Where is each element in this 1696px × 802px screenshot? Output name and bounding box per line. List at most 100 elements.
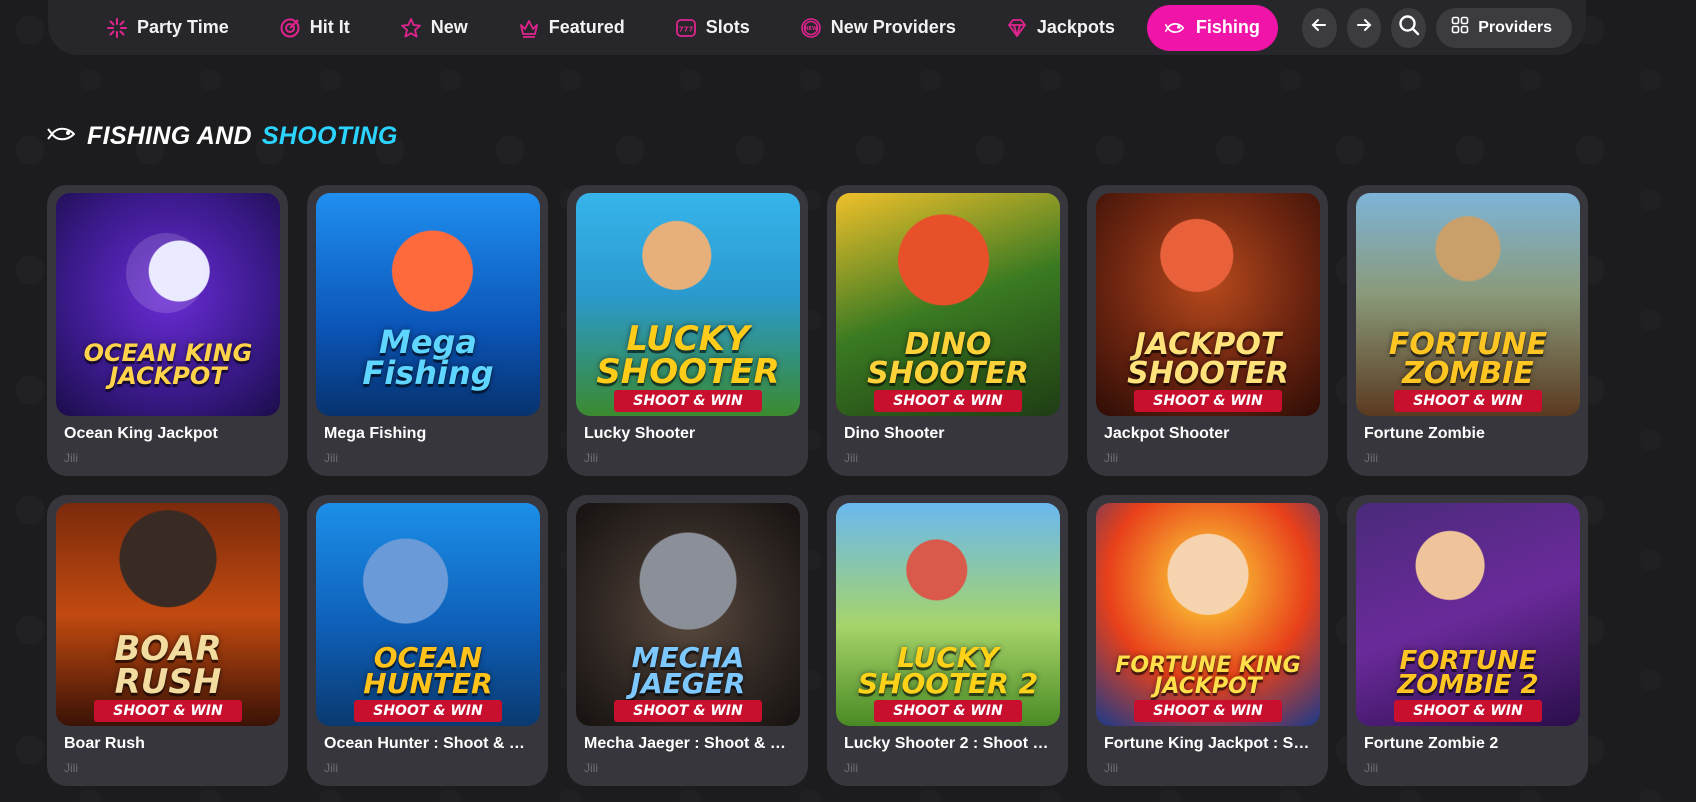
slot-machine-icon: 777 xyxy=(675,17,697,39)
game-thumbnail[interactable]: OCEAN HUNTER SHOOT & WIN xyxy=(316,503,540,726)
game-provider: Jili xyxy=(844,761,858,775)
nav-label: Jackpots xyxy=(1036,17,1115,37)
game-grid: OCEAN KING JACKPOT Ocean King Jackpot Ji… xyxy=(47,185,1588,786)
game-card[interactable]: LUCKY SHOOTER 2 SHOOT & WIN Lucky Shoote… xyxy=(827,495,1068,786)
firework-icon xyxy=(106,17,128,39)
game-tagline: SHOOT & WIN xyxy=(614,700,762,722)
game-card[interactable]: Mega Fishing Mega Fishing Jili xyxy=(307,185,548,476)
nav-item-fishing[interactable]: Fishing xyxy=(1146,4,1278,51)
nav-item-slots[interactable]: 777 Slots xyxy=(657,5,768,51)
game-provider: Jili xyxy=(1104,451,1118,465)
arrow-right-icon xyxy=(1355,16,1373,39)
nav-item-party-time[interactable]: Party Time xyxy=(88,5,247,51)
arrow-left-icon xyxy=(1310,16,1328,39)
game-logo-text: FORTUNE ZOMBIE xyxy=(1388,327,1548,391)
section-title-part1: FISHING AND xyxy=(87,122,252,150)
svg-text:777: 777 xyxy=(678,25,693,33)
game-card[interactable]: OCEAN HUNTER SHOOT & WIN Ocean Hunter : … xyxy=(307,495,548,786)
game-logo-text: DINO SHOOTER xyxy=(867,327,1029,391)
game-card[interactable]: DINO SHOOTER SHOOT & WIN Dino Shooter Ji… xyxy=(827,185,1068,476)
game-thumbnail[interactable]: LUCKY SHOOTER SHOOT & WIN xyxy=(576,193,800,416)
game-title: Fortune Zombie 2 xyxy=(1364,735,1499,752)
providers-label: Providers xyxy=(1478,18,1552,36)
game-thumbnail[interactable]: Mega Fishing xyxy=(316,193,540,416)
game-provider: Jili xyxy=(1364,451,1378,465)
game-title: Lucky Shooter xyxy=(584,425,696,442)
nav-label: Fishing xyxy=(1195,17,1260,37)
fish-icon xyxy=(1164,17,1187,39)
game-tagline: SHOOT & WIN xyxy=(1394,700,1542,722)
scroll-left-button[interactable] xyxy=(1301,7,1337,48)
game-logo-text: FORTUNE ZOMBIE 2 xyxy=(1397,645,1539,701)
nav-label: Party Time xyxy=(137,17,229,37)
nav-item-jackpots[interactable]: Jackpots xyxy=(988,5,1133,51)
nav-item-featured[interactable]: Featured xyxy=(500,5,643,51)
game-thumbnail[interactable]: FORTUNE KING JACKPOT SHOOT & WIN xyxy=(1096,503,1320,726)
star-icon xyxy=(400,17,422,39)
game-logo-text: LUCKY SHOOTER 2 xyxy=(857,640,1039,701)
game-title: Ocean Hunter : Shoot & Win xyxy=(324,735,532,752)
nav-label: New xyxy=(430,17,468,37)
game-logo-text: LUCKY SHOOTER xyxy=(596,319,780,392)
search-button[interactable] xyxy=(1391,7,1427,48)
grid-icon xyxy=(1451,16,1469,39)
game-thumbnail[interactable]: DINO SHOOTER SHOOT & WIN xyxy=(836,193,1060,416)
game-card[interactable]: OCEAN KING JACKPOT Ocean King Jackpot Ji… xyxy=(47,185,288,476)
game-title: Boar Rush xyxy=(64,735,145,752)
game-title: Mecha Jaeger : Shoot & Win xyxy=(584,735,792,752)
game-thumbnail[interactable]: JACKPOT SHOOTER SHOOT & WIN xyxy=(1096,193,1320,416)
game-thumbnail[interactable]: LUCKY SHOOTER 2 SHOOT & WIN xyxy=(836,503,1060,726)
category-nav: Party Time Hit It New Featured 777 Slots… xyxy=(48,0,1586,55)
game-thumbnail[interactable]: OCEAN KING JACKPOT xyxy=(56,193,280,416)
nav-item-new-providers[interactable]: NEW New Providers xyxy=(782,5,974,51)
game-tagline: SHOOT & WIN xyxy=(1134,390,1282,412)
game-provider: Jili xyxy=(64,451,78,465)
nav-item-hit-it[interactable]: Hit It xyxy=(261,5,368,51)
game-logo-text: OCEAN HUNTER xyxy=(363,640,493,701)
game-card[interactable]: FORTUNE ZOMBIE SHOOT & WIN Fortune Zombi… xyxy=(1347,185,1588,476)
game-thumbnail[interactable]: FORTUNE ZOMBIE SHOOT & WIN xyxy=(1356,193,1580,416)
game-card[interactable]: JACKPOT SHOOTER SHOOT & WIN Jackpot Shoo… xyxy=(1087,185,1328,476)
game-thumbnail[interactable]: BOAR RUSH SHOOT & WIN xyxy=(56,503,280,726)
game-title: Fortune King Jackpot : Sh... xyxy=(1104,735,1312,752)
game-title: Lucky Shooter 2 : Shoot &... xyxy=(844,735,1052,752)
game-title: Ocean King Jackpot xyxy=(64,425,218,442)
game-tagline: SHOOT & WIN xyxy=(94,700,242,722)
game-tagline: SHOOT & WIN xyxy=(354,700,502,722)
game-title: Fortune Zombie xyxy=(1364,425,1485,442)
game-provider: Jili xyxy=(584,451,598,465)
nav-label: New Providers xyxy=(830,17,956,37)
game-thumbnail[interactable]: FORTUNE ZOMBIE 2 SHOOT & WIN xyxy=(1356,503,1580,726)
game-title: Jackpot Shooter xyxy=(1104,425,1230,442)
game-card[interactable]: FORTUNE KING JACKPOT SHOOT & WIN Fortune… xyxy=(1087,495,1328,786)
game-tagline: SHOOT & WIN xyxy=(874,390,1022,412)
nav-label: Featured xyxy=(548,17,625,37)
game-provider: Jili xyxy=(1104,761,1118,775)
nav-item-new[interactable]: New xyxy=(382,5,486,51)
game-card[interactable]: LUCKY SHOOTER SHOOT & WIN Lucky Shooter … xyxy=(567,185,808,476)
game-tagline: SHOOT & WIN xyxy=(614,390,762,412)
providers-button[interactable]: Providers xyxy=(1436,7,1572,48)
game-card[interactable]: MECHA JAEGER SHOOT & WIN Mecha Jaeger : … xyxy=(567,495,808,786)
svg-text:NEW: NEW xyxy=(804,26,818,32)
section-title-part2: SHOOTING xyxy=(261,122,398,150)
game-logo-text: Mega Fishing xyxy=(362,323,494,392)
scroll-right-button[interactable] xyxy=(1346,7,1382,48)
fish-icon xyxy=(47,122,77,151)
game-title: Mega Fishing xyxy=(324,425,427,442)
game-logo-text: FORTUNE KING JACKPOT xyxy=(1115,653,1301,700)
game-card[interactable]: FORTUNE ZOMBIE 2 SHOOT & WIN Fortune Zom… xyxy=(1347,495,1588,786)
game-provider: Jili xyxy=(844,451,858,465)
game-logo-text: JACKPOT SHOOTER xyxy=(1127,327,1289,391)
nav-label: Hit It xyxy=(309,17,350,37)
game-logo-text: OCEAN KING JACKPOT xyxy=(83,339,253,391)
target-icon xyxy=(279,17,301,39)
new-badge-icon: NEW xyxy=(800,17,822,39)
game-thumbnail[interactable]: MECHA JAEGER SHOOT & WIN xyxy=(576,503,800,726)
game-provider: Jili xyxy=(324,761,338,775)
game-provider: Jili xyxy=(1364,761,1378,775)
search-icon xyxy=(1398,14,1420,41)
game-card[interactable]: BOAR RUSH SHOOT & WIN Boar Rush Jili xyxy=(47,495,288,786)
game-title: Dino Shooter xyxy=(844,425,945,442)
game-logo-text: MECHA JAEGER xyxy=(630,640,746,701)
